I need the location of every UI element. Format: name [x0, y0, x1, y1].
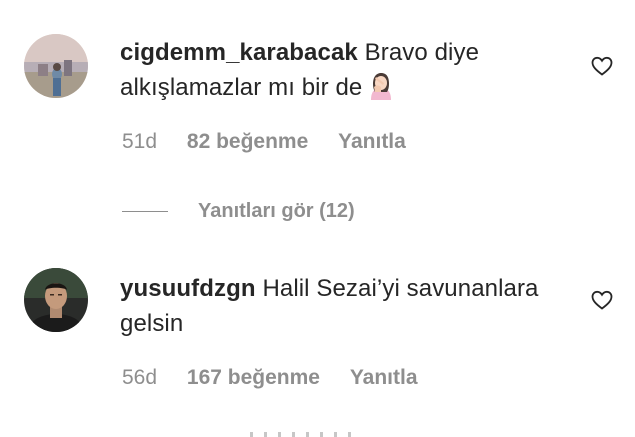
view-replies-button[interactable]: Yanıtları gör (12)	[122, 196, 355, 226]
avatar-image	[24, 268, 88, 332]
comment-body: yusuufdzgn Halil Sezai’yi savunanlara ge…	[120, 271, 560, 341]
avatar-image	[24, 34, 88, 98]
heart-outline-icon[interactable]	[590, 288, 614, 312]
heart-outline-icon[interactable]	[590, 54, 614, 78]
likes-count-button[interactable]: 167 beğenme	[187, 366, 320, 389]
woman-facepalming-emoji	[366, 71, 396, 111]
view-replies-divider	[122, 210, 168, 212]
reply-button[interactable]: Yanıtla	[350, 366, 418, 389]
comment-body: cigdemm_karabacak Bravo diye alkışlamazl…	[120, 35, 560, 111]
likes-count-button[interactable]: 82 beğenme	[187, 130, 308, 153]
next-comment-fragment	[250, 428, 370, 437]
comment-username[interactable]: yusuufdzgn	[120, 275, 256, 302]
comment-timestamp[interactable]: 51d	[122, 130, 157, 153]
avatar[interactable]	[24, 34, 88, 98]
view-replies-label: Yanıtları gör (12)	[198, 199, 355, 222]
comment-timestamp[interactable]: 56d	[122, 366, 157, 389]
reply-button[interactable]: Yanıtla	[338, 130, 406, 153]
comment-username[interactable]: cigdemm_karabacak	[120, 39, 358, 66]
avatar[interactable]	[24, 268, 88, 332]
comment-meta: 56d 167 beğenme Yanıtla	[122, 366, 442, 390]
comment-meta: 51d 82 beğenme Yanıtla	[122, 130, 430, 154]
